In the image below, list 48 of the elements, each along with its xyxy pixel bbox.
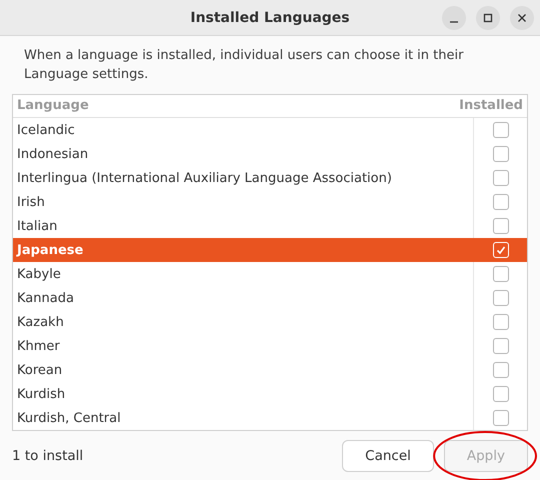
installed-checkbox[interactable] bbox=[492, 362, 508, 378]
description-text: When a language is installed, individual users can choose it in their Language settings. bbox=[24, 47, 464, 84]
installed-checkbox[interactable] bbox=[492, 170, 508, 186]
installed-checkbox[interactable] bbox=[492, 290, 508, 306]
language-row[interactable]: Kurdish bbox=[13, 382, 527, 406]
language-row[interactable]: Indonesian bbox=[13, 142, 527, 166]
language-name: Kurdish, Central bbox=[16, 410, 122, 426]
status-text: 1 to install bbox=[12, 448, 84, 464]
window-title: Installed Languages bbox=[190, 10, 350, 26]
minimize-button[interactable] bbox=[442, 6, 466, 30]
installed-checkbox[interactable] bbox=[492, 122, 508, 138]
language-name: Kannada bbox=[16, 290, 75, 306]
language-name: Japanese bbox=[15, 242, 84, 258]
maximize-button[interactable] bbox=[476, 6, 500, 30]
installed-checkbox[interactable] bbox=[492, 386, 508, 402]
language-name: Indonesian bbox=[16, 146, 90, 162]
minimize-icon bbox=[450, 21, 458, 23]
installed-checkbox[interactable] bbox=[492, 314, 508, 330]
language-name: Kabyle bbox=[16, 266, 62, 282]
language-row[interactable]: Japanese bbox=[13, 238, 527, 262]
maximize-icon bbox=[483, 13, 493, 23]
language-row[interactable]: Kazakh bbox=[13, 310, 527, 334]
installed-checkbox[interactable] bbox=[492, 194, 508, 210]
language-name: Icelandic bbox=[16, 122, 76, 138]
installed-checkbox[interactable] bbox=[492, 266, 508, 282]
language-row[interactable]: Khmer bbox=[13, 334, 527, 358]
language-name: Kazakh bbox=[16, 314, 65, 330]
language-name: Irish bbox=[16, 194, 46, 210]
installed-checkbox[interactable] bbox=[492, 218, 508, 234]
installed-checkbox[interactable] bbox=[492, 338, 508, 354]
language-name: Kurdish bbox=[16, 386, 66, 402]
language-row[interactable]: Icelandic bbox=[13, 118, 527, 142]
language-name: Italian bbox=[16, 218, 58, 234]
installed-checkbox[interactable] bbox=[492, 410, 508, 426]
language-row[interactable]: Interlingua (International Auxiliary Language Association) bbox=[13, 166, 527, 190]
checkmark-icon bbox=[496, 245, 506, 255]
close-icon bbox=[517, 13, 527, 23]
language-row[interactable]: Korean bbox=[13, 358, 527, 382]
cancel-button[interactable]: Cancel bbox=[342, 440, 434, 472]
close-button[interactable] bbox=[510, 6, 534, 30]
language-row[interactable]: Kabyle bbox=[13, 262, 527, 286]
language-row[interactable]: Kurdish, Central bbox=[13, 406, 527, 430]
installed-checkbox[interactable] bbox=[492, 146, 508, 162]
language-name: Korean bbox=[16, 362, 64, 378]
language-name: Khmer bbox=[16, 338, 61, 354]
language-name: Interlingua (International Auxiliary Language Association) bbox=[16, 170, 393, 186]
language-row[interactable]: Kannada bbox=[13, 286, 527, 310]
language-row[interactable]: Irish bbox=[13, 190, 527, 214]
